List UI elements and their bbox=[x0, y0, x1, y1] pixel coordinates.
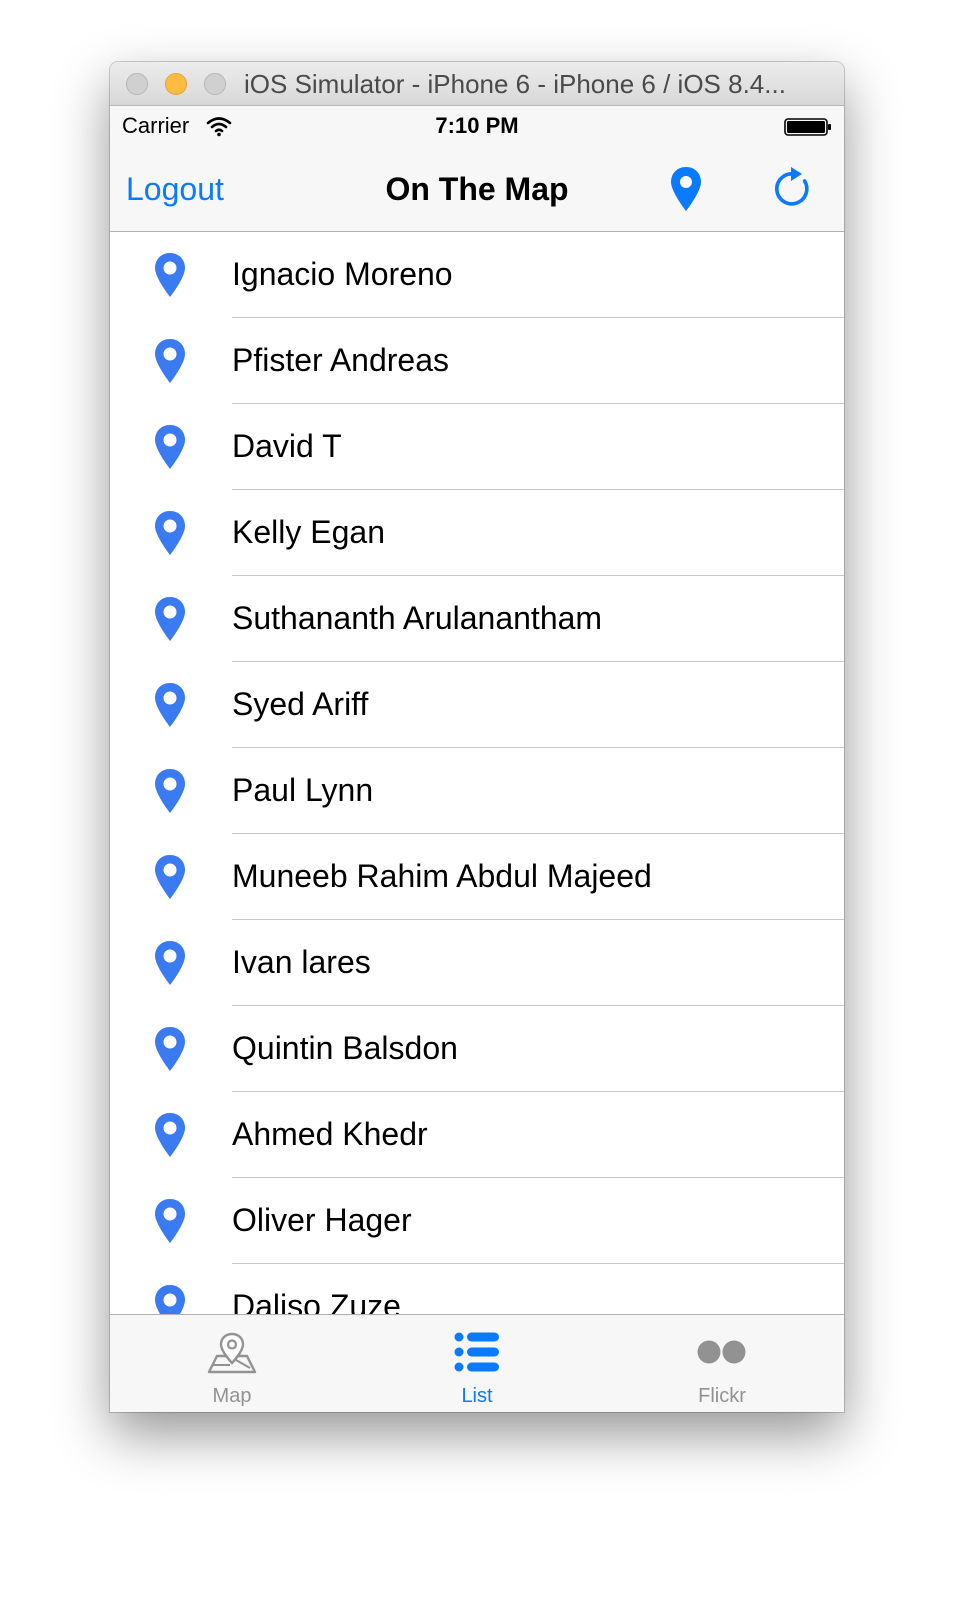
pin-icon bbox=[155, 1027, 185, 1071]
tab-label: Flickr bbox=[698, 1385, 746, 1407]
student-name: Pfister Andreas bbox=[232, 342, 449, 378]
list-item[interactable]: Pfister Andreas bbox=[110, 318, 844, 404]
status-bar: Carrier 7:10 PM bbox=[110, 106, 844, 146]
tab-label: Map bbox=[212, 1385, 252, 1407]
list-item[interactable]: Kelly Egan bbox=[110, 490, 844, 576]
student-name: Muneeb Rahim Abdul Majeed bbox=[232, 858, 652, 894]
student-name: Kelly Egan bbox=[232, 514, 385, 550]
student-name: Ivan lares bbox=[232, 944, 371, 980]
list-item[interactable]: Ahmed Khedr bbox=[110, 1092, 844, 1178]
close-window-button[interactable] bbox=[126, 73, 148, 95]
list-item[interactable]: Muneeb Rahim Abdul Majeed bbox=[110, 834, 844, 920]
pin-icon bbox=[155, 1199, 185, 1243]
pin-icon bbox=[155, 1285, 185, 1316]
tab-flickr[interactable]: Flickr bbox=[600, 1315, 844, 1412]
minimize-window-button[interactable] bbox=[165, 73, 187, 95]
status-time: 7:10 PM bbox=[435, 113, 519, 138]
list-item[interactable]: Quintin Balsdon bbox=[110, 1006, 844, 1092]
window-title: iOS Simulator - iPhone 6 - iPhone 6 / iO… bbox=[244, 69, 786, 99]
student-name: Paul Lynn bbox=[232, 772, 374, 808]
pin-icon bbox=[155, 597, 185, 641]
list-item[interactable]: Suthananth Arulanantham bbox=[110, 576, 844, 662]
student-list[interactable]: Ignacio Moreno Pfister Andreas David T K… bbox=[110, 232, 844, 1316]
student-name: Suthananth Arulanantham bbox=[232, 600, 603, 636]
pin-icon bbox=[155, 769, 185, 813]
student-name: Quintin Balsdon bbox=[232, 1030, 458, 1066]
student-name: David T bbox=[232, 428, 342, 464]
refresh-icon[interactable] bbox=[772, 167, 816, 211]
student-name: Ahmed Khedr bbox=[232, 1116, 428, 1152]
tab-label: List bbox=[461, 1385, 493, 1407]
pin-icon bbox=[155, 1113, 185, 1157]
pin-icon bbox=[155, 425, 185, 469]
flickr-icon bbox=[697, 1340, 746, 1364]
student-name: Syed Ariff bbox=[232, 686, 369, 722]
battery-icon bbox=[784, 118, 831, 136]
list-item[interactable]: Daliso Zuze bbox=[110, 1264, 844, 1316]
navigation-bar: Logout On The Map bbox=[110, 146, 844, 232]
list-item[interactable]: Ignacio Moreno bbox=[110, 232, 844, 318]
pin-icon bbox=[155, 253, 185, 297]
window-titlebar: iOS Simulator - iPhone 6 - iPhone 6 / iO… bbox=[110, 62, 844, 106]
page-title: On The Map bbox=[385, 171, 569, 207]
pin-icon bbox=[155, 339, 185, 383]
simulator-window: iOS Simulator - iPhone 6 - iPhone 6 / iO… bbox=[110, 62, 844, 1412]
student-name: Oliver Hager bbox=[232, 1202, 412, 1238]
pin-icon bbox=[155, 855, 185, 899]
pin-icon bbox=[155, 683, 185, 727]
list-item[interactable]: Oliver Hager bbox=[110, 1178, 844, 1264]
pin-icon[interactable] bbox=[668, 166, 704, 212]
list-item[interactable]: Ivan lares bbox=[110, 920, 844, 1006]
pin-icon bbox=[155, 511, 185, 555]
tab-list[interactable]: List bbox=[355, 1315, 599, 1412]
student-name: Daliso Zuze bbox=[232, 1288, 401, 1316]
map-icon bbox=[207, 1332, 257, 1374]
list-item[interactable]: Syed Ariff bbox=[110, 662, 844, 748]
list-item[interactable]: Paul Lynn bbox=[110, 748, 844, 834]
zoom-window-button[interactable] bbox=[204, 73, 226, 95]
pin-icon bbox=[155, 941, 185, 985]
student-name: Ignacio Moreno bbox=[232, 256, 453, 292]
tab-bar: Map List Flickr bbox=[110, 1314, 844, 1412]
list-icon bbox=[454, 1332, 499, 1372]
list-item[interactable]: David T bbox=[110, 404, 844, 490]
tab-map[interactable]: Map bbox=[110, 1315, 354, 1412]
